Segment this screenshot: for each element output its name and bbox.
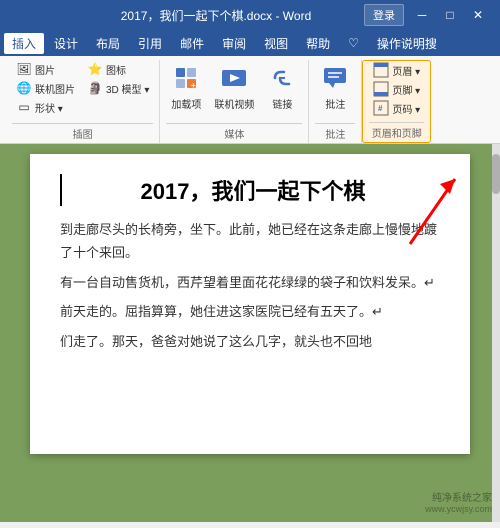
group-label-comment: 批注 — [315, 123, 355, 143]
paragraph-4: 们走了。那天，爸爸对她说了这么几字，就头也不回地 — [60, 330, 440, 353]
ribbon-group-comment: 批注 批注 — [309, 60, 362, 143]
paragraph-1: 到走廊尽头的长椅旁，坐下。此前，她已经在这条走廊上慢慢地踱了十个来回。 — [60, 218, 440, 265]
ribbon-items-media: + 加载项 联机视频 — [166, 60, 302, 121]
ribbon-col-pics: 🖼 图片 🌐 联机图片 ▭ 形状 ▾ — [12, 60, 79, 116]
ribbon-btn-page-number[interactable]: # 页码 ▾ — [369, 99, 424, 117]
ribbon-col-hf: 页眉 ▾ 页脚 ▾ # — [369, 61, 424, 117]
online-picture-icon: 🌐 — [16, 80, 32, 96]
addins-icon: + — [170, 62, 202, 94]
vertical-scrollbar[interactable] — [492, 144, 500, 522]
ribbon-btn-link[interactable]: 链接 — [262, 60, 302, 113]
online-video-label: 联机视频 — [214, 96, 254, 111]
ribbon-btn-3d-model[interactable]: 🗿 3D 模型 ▾ — [83, 79, 153, 97]
group-label-media: 媒体 — [166, 123, 302, 143]
maximize-button[interactable]: □ — [436, 4, 464, 26]
ribbon-btn-footer[interactable]: 页脚 ▾ — [369, 80, 424, 98]
group-label-header-footer: 页眉和页脚 — [369, 122, 424, 142]
ribbon-btn-addins[interactable]: + 加载项 — [166, 60, 206, 113]
svg-text:#: # — [378, 104, 383, 113]
menu-bar: 插入 设计 布局 引用 邮件 审阅 视图 帮助 ♡ 操作说明搜 — [0, 30, 500, 56]
document-page: 2017，我们一起下个棋 到走廊尽头的长椅旁，坐下。此前，她已经在这条走廊上慢慢… — [30, 154, 470, 454]
title-bar-right: 登录 ─ □ ✕ — [364, 4, 492, 26]
ribbon-btn-header[interactable]: 页眉 ▾ — [369, 61, 424, 79]
page-number-icon: # — [373, 100, 389, 116]
link-icon — [266, 62, 298, 94]
menu-item-design[interactable]: 设计 — [46, 33, 86, 54]
menu-item-references[interactable]: 引用 — [130, 33, 170, 54]
menu-item-heart[interactable]: ♡ — [340, 34, 367, 52]
menu-item-search[interactable]: 操作说明搜 — [369, 33, 445, 54]
online-video-icon — [218, 62, 250, 94]
ribbon-btn-online-picture[interactable]: 🌐 联机图片 — [12, 79, 79, 97]
ribbon-group-header-footer: 页眉 ▾ 页脚 ▾ # — [362, 60, 431, 143]
addins-label: 加载项 — [171, 96, 201, 111]
menu-item-help[interactable]: 帮助 — [298, 33, 338, 54]
group-label-illustration: 插图 — [12, 123, 153, 143]
window-controls: ─ □ ✕ — [408, 4, 492, 26]
shape-icon: ▭ — [16, 99, 32, 115]
shape-label: 形状 ▾ — [35, 100, 63, 115]
3d-model-icon: 🗿 — [87, 80, 103, 96]
footer-label: 页脚 ▾ — [392, 82, 420, 97]
login-button[interactable]: 登录 — [364, 4, 404, 26]
comment-icon — [319, 62, 351, 94]
menu-item-mailings[interactable]: 邮件 — [172, 33, 212, 54]
online-picture-label: 联机图片 — [35, 81, 75, 96]
ribbon-items-header-footer: 页眉 ▾ 页脚 ▾ # — [369, 61, 424, 120]
menu-item-layout[interactable]: 布局 — [88, 33, 128, 54]
ribbon-btn-comment[interactable]: 批注 — [315, 60, 355, 113]
document-title: 2017，我们一起下个棋 — [60, 174, 440, 206]
ribbon-btn-online-video[interactable]: 联机视频 — [210, 60, 258, 113]
minimize-button[interactable]: ─ — [408, 4, 436, 26]
close-button[interactable]: ✕ — [464, 4, 492, 26]
picture-label: 图片 — [35, 62, 55, 77]
title-bar: 2017，我们一起下个棋.docx - Word 登录 ─ □ ✕ — [0, 0, 500, 30]
header-icon — [373, 62, 389, 78]
menu-item-view[interactable]: 视图 — [256, 33, 296, 54]
footer-icon — [373, 81, 389, 97]
svg-text:+: + — [191, 81, 196, 90]
ribbon-btn-icon[interactable]: ⭐ 图标 — [83, 60, 153, 78]
link-label: 链接 — [272, 96, 292, 111]
comment-label: 批注 — [325, 96, 345, 111]
menu-item-insert[interactable]: 插入 — [4, 33, 44, 54]
page-number-label: 页码 ▾ — [392, 101, 420, 116]
ribbon: 🖼 图片 🌐 联机图片 ▭ 形状 ▾ ⭐ 图标 🗿 — [0, 56, 500, 144]
ribbon-col-icons: ⭐ 图标 🗿 3D 模型 ▾ — [83, 60, 153, 97]
watermark: 纯净系统之家 www.ycwjsy.com — [425, 489, 492, 514]
ribbon-group-illustration: 🖼 图片 🌐 联机图片 ▭ 形状 ▾ ⭐ 图标 🗿 — [6, 60, 160, 143]
page-area: 2017，我们一起下个棋 到走廊尽头的长椅旁，坐下。此前，她已经在这条走廊上慢慢… — [0, 144, 500, 522]
icon-icon: ⭐ — [87, 61, 103, 77]
ribbon-group-media: + 加载项 联机视频 — [160, 60, 309, 143]
paragraph-3: 前天走的。屈指算算，她住进这家医院已经有五天了。↵ — [60, 300, 440, 323]
picture-icon: 🖼 — [16, 61, 32, 77]
ribbon-items-illustration: 🖼 图片 🌐 联机图片 ▭ 形状 ▾ ⭐ 图标 🗿 — [12, 60, 153, 121]
3d-model-label: 3D 模型 ▾ — [106, 81, 149, 96]
menu-item-review[interactable]: 审阅 — [214, 33, 254, 54]
icon-label: 图标 — [106, 62, 126, 77]
window-title: 2017，我们一起下个棋.docx - Word — [68, 7, 364, 24]
header-label: 页眉 ▾ — [392, 63, 420, 78]
ribbon-btn-picture[interactable]: 🖼 图片 — [12, 60, 79, 78]
ribbon-btn-shape[interactable]: ▭ 形状 ▾ — [12, 98, 79, 116]
paragraph-2: 有一台自动售货机，西芹望着里面花花绿绿的袋子和饮料发呆。↵ — [60, 271, 440, 294]
ribbon-items-comment: 批注 — [315, 60, 355, 121]
